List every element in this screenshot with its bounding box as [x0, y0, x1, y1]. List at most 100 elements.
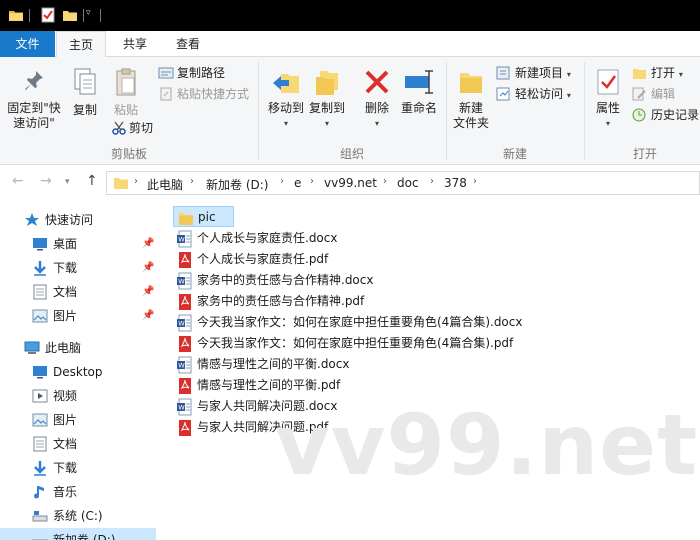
tab-home[interactable]: 主页: [56, 31, 106, 58]
new-folder-button[interactable]: 新建 文件夹: [450, 67, 492, 131]
svg-text:W: W: [178, 362, 185, 370]
breadcrumb-this-pc[interactable]: 此电脑: [147, 176, 183, 193]
desktop-icon: [33, 238, 47, 251]
properties-icon: [597, 69, 619, 95]
document-icon: [33, 284, 47, 300]
desktop-icon: [33, 366, 47, 379]
breadcrumb-doc[interactable]: doc: [397, 176, 419, 190]
pin-icon: [25, 71, 43, 90]
download-icon: [34, 261, 46, 276]
nav-pc-pictures[interactable]: 图片: [0, 408, 160, 432]
pdf-document-icon: [179, 378, 191, 394]
cut-button[interactable]: 剪切: [112, 119, 153, 137]
properties-icon[interactable]: [40, 7, 56, 23]
breadcrumb-chevron-icon[interactable]: ›: [473, 176, 477, 187]
picture-icon: [32, 309, 48, 323]
new-folder-icon: [460, 73, 482, 93]
download-icon: [34, 461, 46, 476]
breadcrumb-chevron-icon[interactable]: ›: [280, 176, 284, 187]
new-folder-icon[interactable]: [62, 7, 78, 23]
title-bar: ▿: [0, 0, 700, 31]
breadcrumb-378[interactable]: 378: [444, 176, 467, 190]
paste-icon: [116, 68, 136, 96]
forward-arrow-icon[interactable]: →: [40, 173, 52, 189]
svg-text:W: W: [178, 236, 185, 244]
move-to-icon: [273, 74, 299, 93]
pin-to-quick-access-button[interactable]: 固定到"快 速访问": [4, 69, 64, 131]
rename-icon: [405, 70, 433, 94]
breadcrumb-chevron-icon[interactable]: ›: [430, 176, 434, 187]
breadcrumb-e[interactable]: e: [294, 176, 301, 190]
paste-shortcut-icon: [160, 87, 172, 101]
tab-file[interactable]: 文件: [0, 31, 55, 57]
ribbon: 固定到"快 速访问" 复制 粘贴 复制路径 粘贴快捷方式 剪切 剪贴板 移动到 …: [0, 57, 700, 165]
breadcrumb-chevron-icon[interactable]: ›: [134, 176, 138, 187]
breadcrumb-chevron-icon[interactable]: ›: [310, 176, 314, 187]
nav-desktop[interactable]: 桌面 📌: [0, 232, 160, 256]
nav-videos[interactable]: 视频: [0, 384, 160, 408]
copy-button[interactable]: 复制: [68, 67, 102, 118]
pdf-document-icon: [179, 420, 191, 436]
nav-pc-downloads[interactable]: 下载: [0, 456, 160, 480]
properties-button[interactable]: 属性 ▾: [590, 67, 626, 131]
paste-shortcut-button[interactable]: 粘贴快捷方式: [158, 85, 249, 103]
word-document-icon: W: [177, 272, 192, 290]
drive-icon: [32, 511, 48, 522]
history-icon: [632, 108, 646, 122]
nav-quick-access[interactable]: 快速访问: [0, 208, 160, 232]
copy-to-icon: [316, 71, 338, 95]
pinned-icon: 📌: [142, 310, 155, 321]
nav-drive-c[interactable]: 系统 (C:): [0, 504, 160, 528]
breadcrumb-chevron-icon[interactable]: ›: [383, 176, 387, 187]
paste-button[interactable]: 粘贴: [108, 67, 144, 118]
breadcrumb-drive[interactable]: 新加卷 (D:): [206, 176, 268, 193]
back-arrow-icon[interactable]: ←: [12, 173, 24, 189]
nav-downloads[interactable]: 下载 📌: [0, 256, 160, 280]
delete-button[interactable]: 删除 ▾: [360, 67, 394, 131]
tab-view[interactable]: 查看: [162, 31, 214, 57]
music-icon: [34, 486, 44, 499]
edit-button[interactable]: 编辑: [632, 85, 675, 103]
nav-drive-d[interactable]: 新加卷 (D:): [0, 528, 156, 540]
computer-icon: [24, 341, 40, 354]
open-button[interactable]: 打开 ▾: [632, 64, 683, 82]
move-to-button[interactable]: 移动到 ▾: [264, 67, 308, 131]
nav-pc-documents[interactable]: 文档: [0, 432, 160, 456]
copy-to-button[interactable]: 复制到 ▾: [306, 67, 348, 131]
new-item-button[interactable]: 新建项目 ▾: [496, 64, 571, 82]
nav-music[interactable]: 音乐: [0, 480, 160, 504]
picture-icon: [32, 413, 48, 427]
list-item[interactable]: pic: [173, 206, 234, 227]
group-label-organize: 组织: [339, 147, 364, 161]
word-document-icon: W: [177, 230, 192, 248]
scissors-icon: [112, 121, 126, 135]
new-item-icon: [496, 66, 510, 80]
video-icon: [32, 389, 48, 403]
nav-pictures[interactable]: 图片 📌: [0, 304, 160, 328]
delete-x-icon: [365, 70, 389, 94]
up-arrow-icon[interactable]: ↑: [86, 173, 98, 189]
watermark: vv99.net: [275, 396, 699, 494]
folder-icon[interactable]: [8, 7, 24, 23]
history-button[interactable]: 历史记录: [632, 106, 699, 124]
address-bar[interactable]: › 此电脑 › 新加卷 (D:) › e › vv99.net › doc › …: [106, 171, 700, 195]
quick-access-toolbar-dropdown-icon[interactable]: ▿: [86, 8, 91, 18]
tab-share[interactable]: 共享: [110, 31, 160, 57]
group-label-new: 新建: [502, 147, 527, 161]
easy-access-icon: [496, 87, 510, 101]
recent-locations-chevron-icon[interactable]: ▾: [65, 177, 70, 187]
nav-documents[interactable]: 文档 📌: [0, 280, 160, 304]
easy-access-button[interactable]: 轻松访问 ▾: [496, 85, 571, 103]
document-icon: [33, 436, 47, 452]
nav-this-pc[interactable]: 此电脑: [0, 336, 160, 360]
svg-text:W: W: [178, 278, 185, 286]
breadcrumb-site[interactable]: vv99.net: [324, 176, 377, 190]
copy-icon: [74, 68, 96, 95]
breadcrumb-chevron-icon[interactable]: ›: [190, 176, 194, 187]
ribbon-tabs: 文件 主页 共享 查看: [0, 31, 700, 58]
drive-icon: [32, 539, 48, 540]
nav-pc-desktop[interactable]: Desktop: [0, 360, 160, 384]
copy-path-button[interactable]: 复制路径: [158, 64, 225, 82]
rename-button[interactable]: 重命名: [397, 67, 441, 116]
word-document-icon: W: [177, 356, 192, 374]
